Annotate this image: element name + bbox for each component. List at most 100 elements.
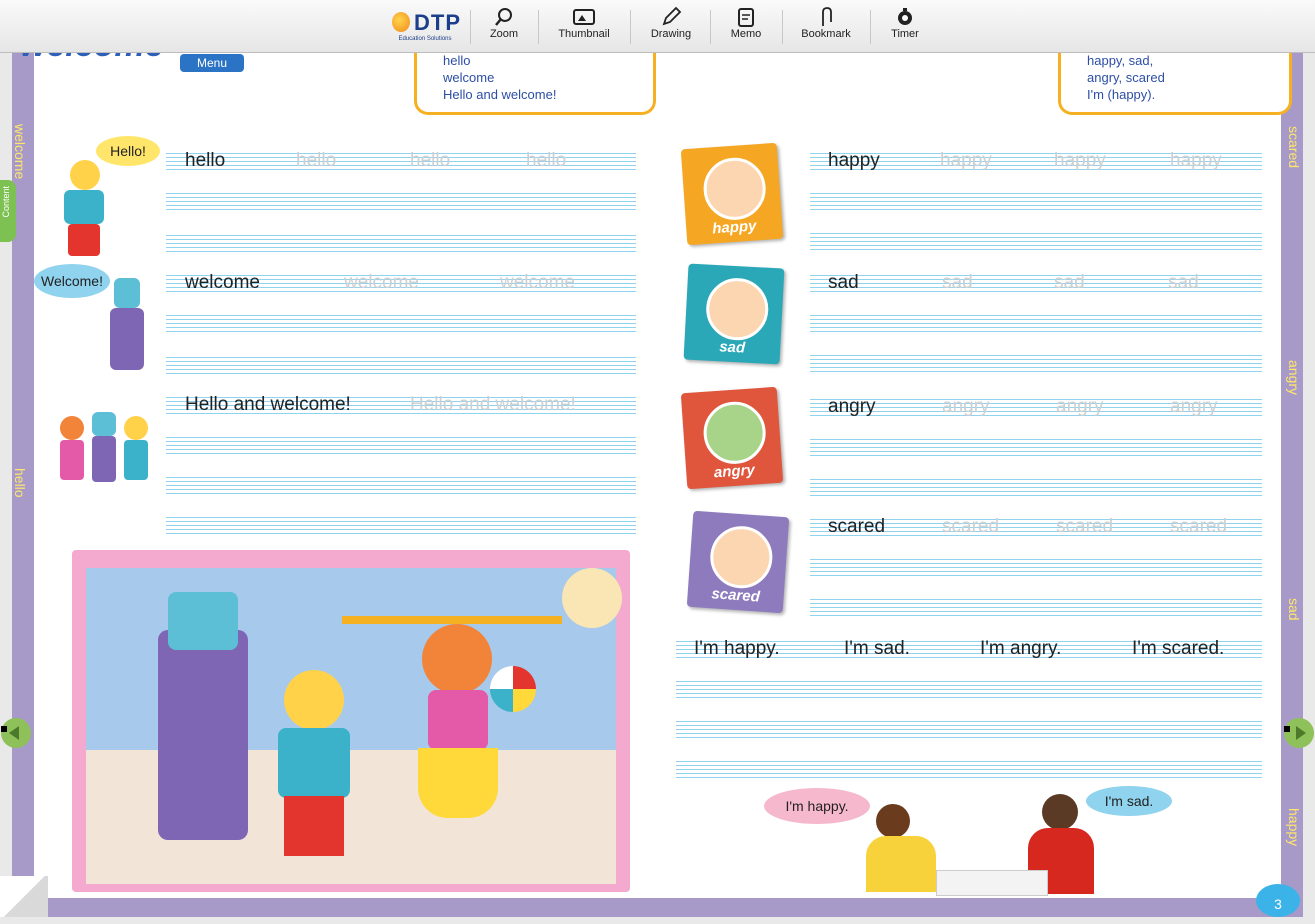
writing-line[interactable] [676,678,1262,700]
girl-character [422,624,492,694]
chevron-right-icon [1296,726,1306,740]
trace-word: angry [942,396,990,417]
separator [782,10,783,44]
speech-bubble: Welcome! [34,264,110,298]
chevron-left-icon [9,726,19,740]
separator [538,10,539,44]
writing-line[interactable] [810,190,1262,212]
bulb-icon [392,12,410,32]
writing-line[interactable] [810,312,1262,334]
sad-face-icon [704,276,770,342]
writing-word: Hello and welcome! [185,394,351,415]
vertical-label-happy: happy [1286,808,1302,847]
writing-line[interactable] [166,474,636,496]
vertical-label-hello: hello [12,468,28,498]
right-border [1281,52,1303,902]
writing-line[interactable] [810,352,1262,374]
speech-bubble: I'm happy. [764,788,870,824]
separator [630,10,631,44]
writing-line[interactable] [676,718,1262,740]
writing-line[interactable] [810,476,1262,498]
next-page-button[interactable] [1284,718,1314,748]
separator [870,10,871,44]
thumbnail-icon [573,9,595,25]
trace-word: hello [296,150,337,171]
robot-illustration: Welcome! [34,264,158,374]
toolbar: DTP Education Solutions Zoom Thumbnail D… [0,0,1315,53]
writing-line[interactable] [166,434,636,456]
kids-photo: I'm happy. I'm sad. [760,784,1260,898]
timer-button[interactable]: Timer [880,4,930,48]
content-side-tab[interactable]: Content [0,180,16,242]
writing-line[interactable] [166,312,636,334]
angry-face-icon [701,399,768,466]
drawing-button[interactable]: Drawing [640,4,702,48]
vertical-label-scared: scared [1286,126,1302,169]
trace-word: welcome [500,272,575,293]
trace-word: angry [1170,396,1218,417]
writing-line[interactable] [166,232,636,254]
trace-word: sad [942,272,973,293]
vertical-label-sad: sad [1286,598,1302,621]
trace-word: sad [1168,272,1199,293]
vertical-label-welcome: welcome [12,124,28,180]
memo-icon [738,8,754,27]
happy-card: happy [680,142,784,246]
writing-line[interactable] [166,354,636,376]
speech-bubble: Hello! [96,136,160,166]
boy-character [284,670,344,730]
trace-word: hello [526,150,567,171]
trace-word: welcome [344,272,419,293]
trace-word: hello [410,150,451,171]
writing-line[interactable] [810,556,1262,578]
vocab-box-left: hello welcome Hello and welcome! [414,52,656,115]
writing-word: sad [828,272,859,293]
separator [710,10,711,44]
trace-word: sad [1054,272,1085,293]
page-curl[interactable] [0,876,48,917]
sentence-word: I'm angry. [980,638,1062,659]
bookmark-button[interactable]: Bookmark [792,4,860,48]
page-number: 3 [1256,884,1300,917]
trace-word: angry [1056,396,1104,417]
writing-line[interactable] [810,230,1262,252]
menu-button[interactable]: Menu [180,54,244,72]
zoom-icon [495,8,512,26]
sad-card: sad [683,263,785,365]
writing-line[interactable] [810,436,1262,458]
bookmark-icon [822,7,832,26]
zoom-button[interactable]: Zoom [480,4,528,48]
trace-word: scared [1056,516,1114,537]
classroom-picture [72,550,630,892]
writing-line[interactable] [166,514,636,536]
thumbnail-button[interactable]: Thumbnail [548,4,620,48]
dtp-logo: DTP Education Solutions [390,8,460,44]
trace-word: scared [942,516,1000,537]
writing-word: welcome [185,272,260,293]
trace-word: happy [940,150,992,171]
timer-icon [898,8,912,25]
speech-bubble: I'm sad. [1086,786,1172,816]
angry-card: angry [680,386,784,490]
sentence-word: I'm happy. [694,638,780,659]
writing-line[interactable] [810,596,1262,618]
button-icon [562,568,622,628]
writing-word: scared [828,516,886,537]
scared-face-icon [708,524,775,591]
scared-card: scared [686,510,790,614]
memo-button[interactable]: Memo [718,4,774,48]
prev-page-button[interactable] [1,718,31,748]
vocab-box-right: happy, sad, angry, scared I'm (happy). [1058,52,1292,115]
ball-icon [490,666,536,712]
bottom-strip [12,898,1303,917]
separator [470,10,471,44]
writing-word: happy [828,150,880,171]
trace-word: Hello and welcome! [410,394,576,415]
boy-illustration: Hello! [56,136,160,260]
writing-line[interactable] [676,758,1262,780]
trace-word: scared [1170,516,1228,537]
trace-word: happy [1170,150,1222,171]
vertical-label-angry: angry [1286,360,1302,396]
trace-word: happy [1054,150,1106,171]
writing-line[interactable] [166,190,636,212]
